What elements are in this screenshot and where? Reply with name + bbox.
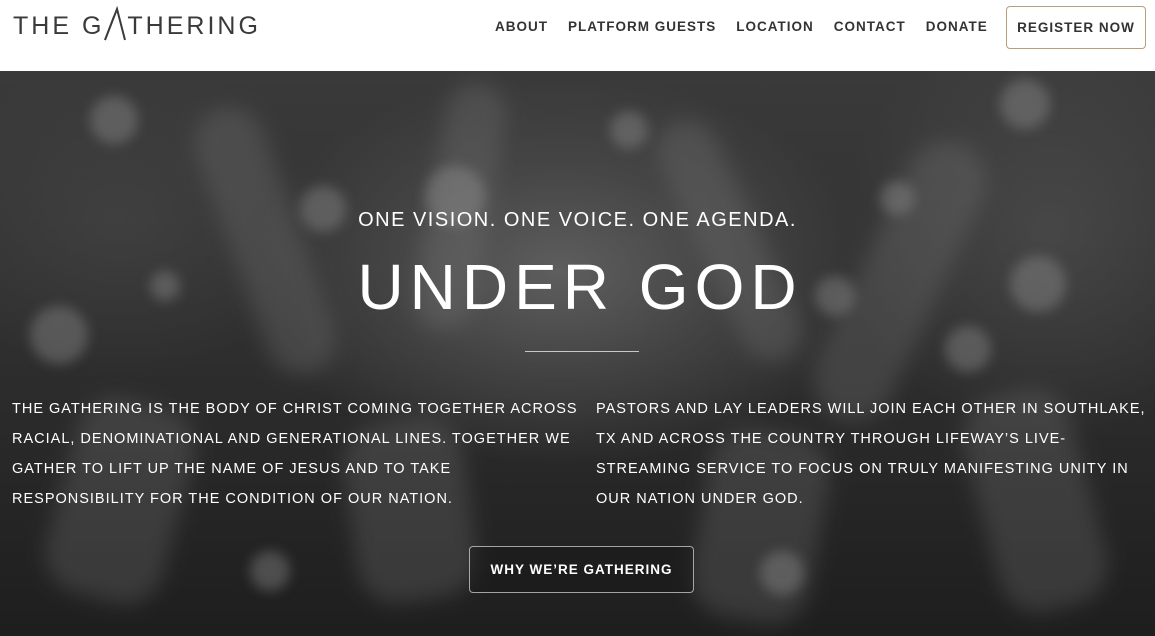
hero-tagline: ONE VISION. ONE VOICE. ONE AGENDA. (358, 209, 797, 231)
hero-description-right: PASTORS AND LAY LEADERS WILL JOIN EACH O… (596, 401, 1146, 507)
logo-text-right: THERING (127, 12, 261, 40)
logo-text-left: THE G (13, 12, 105, 40)
nav-item-contact[interactable]: CONTACT (834, 19, 906, 34)
logo-mountain-icon (104, 6, 127, 46)
why-were-gathering-button[interactable]: WHY WE’RE GATHERING (469, 546, 694, 593)
hero-section: ONE VISION. ONE VOICE. ONE AGENDA. UNDER… (0, 71, 1155, 636)
nav-item-platform-guests[interactable]: PLATFORM GUESTS (568, 19, 716, 34)
hero-divider (525, 351, 639, 352)
nav-item-location[interactable]: LOCATION (736, 19, 814, 34)
nav-item-about[interactable]: ABOUT (495, 19, 548, 34)
register-now-button[interactable]: REGISTER NOW (1006, 6, 1146, 49)
nav-item-donate[interactable]: DONATE (926, 19, 988, 34)
site-header: THE G THERING ABOUT PLATFORM GUESTS LOCA… (0, 0, 1155, 71)
site-logo[interactable]: THE G THERING (13, 6, 261, 46)
main-nav: ABOUT PLATFORM GUESTS LOCATION CONTACT D… (495, 19, 988, 34)
hero-description-left: THE GATHERING IS THE BODY OF CHRIST COMI… (12, 401, 578, 507)
hero-headline: UNDER GOD (357, 251, 803, 323)
